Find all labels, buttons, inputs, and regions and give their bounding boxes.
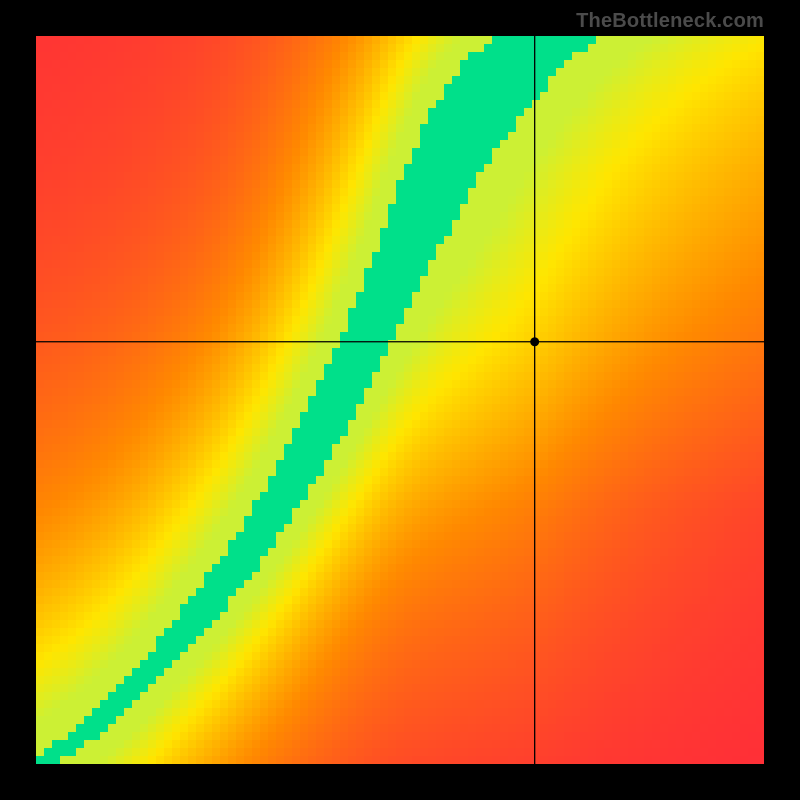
chart-container: TheBottleneck.com <box>0 0 800 800</box>
heatmap-canvas <box>36 36 764 764</box>
watermark-text: TheBottleneck.com <box>576 10 764 33</box>
heatmap-plot <box>36 36 764 764</box>
